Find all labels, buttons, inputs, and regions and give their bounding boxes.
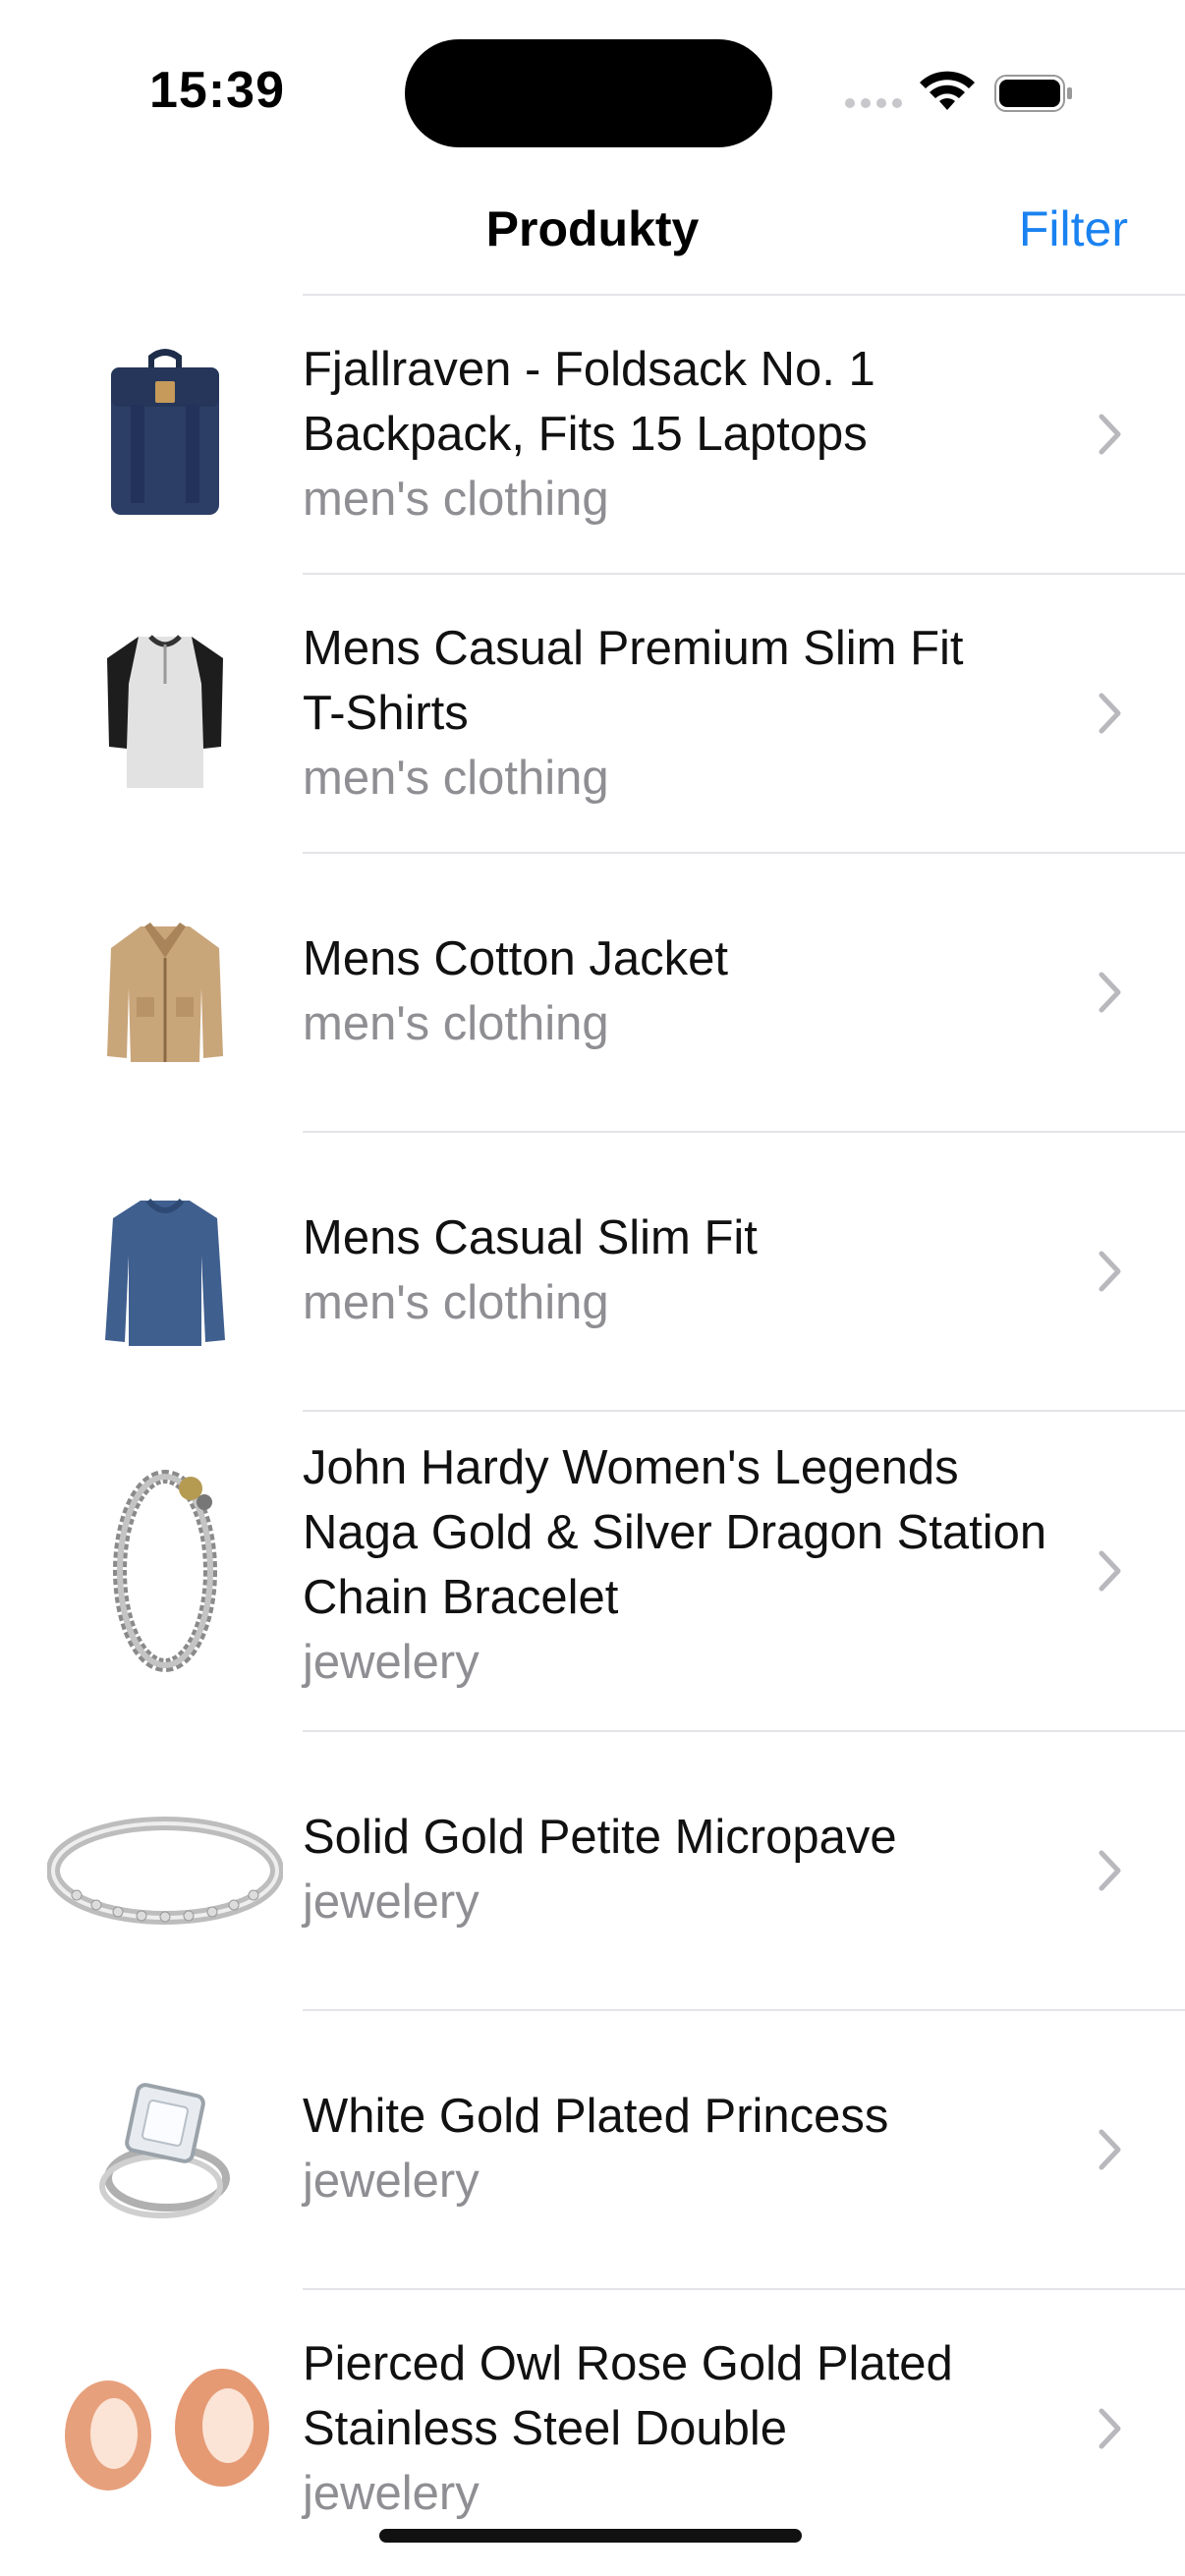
- product-title: Backpack, Fits 15 Laptops: [303, 408, 868, 461]
- chevron-right-icon: [1099, 1850, 1121, 1891]
- chevron-right-icon: [1099, 2129, 1121, 2170]
- ring-band-icon: [47, 1817, 283, 1925]
- product-title: Pierced Owl Rose Gold Plated: [303, 2337, 953, 2390]
- product-category: men's clothing: [303, 1276, 609, 1329]
- list-item[interactable]: Fjallraven - Foldsack No. 1 Backpack, Fi…: [0, 296, 1185, 573]
- cellular-signal-icon: [845, 98, 902, 108]
- tshirt-icon: [47, 624, 283, 801]
- chevron-right-icon: [1099, 414, 1121, 455]
- product-text: Fjallraven - Foldsack No. 1 Backpack, Fi…: [303, 337, 1067, 532]
- filter-button[interactable]: Filter: [1019, 200, 1128, 257]
- list-item[interactable]: John Hardy Women's Legends Naga Gold & S…: [0, 1412, 1185, 1730]
- product-category: men's clothing: [303, 752, 609, 805]
- chevron-right-icon: [1099, 1251, 1121, 1292]
- bracelet-icon: [47, 1463, 283, 1679]
- chevron-right-icon: [1099, 2408, 1121, 2449]
- home-indicator: [379, 2529, 802, 2543]
- product-text: John Hardy Women's Legends Naga Gold & S…: [303, 1435, 1067, 1695]
- ear-tunnels-icon: [59, 2359, 281, 2496]
- product-title: Naga Gold & Silver Dragon Station: [303, 1506, 1047, 1559]
- product-text: Mens Casual Premium Slim Fit T-Shirts me…: [303, 616, 1067, 811]
- product-text: Mens Casual Slim Fit men's clothing: [303, 1205, 1067, 1335]
- page-title: Produkty: [485, 201, 700, 256]
- list-item[interactable]: Mens Cotton Jacket men's clothing: [0, 854, 1185, 1131]
- list-item[interactable]: Mens Casual Premium Slim Fit T-Shirts me…: [0, 575, 1185, 852]
- longsleeve-icon: [47, 1188, 283, 1355]
- list-item[interactable]: Pierced Owl Rose Gold Plated Stainless S…: [0, 2290, 1185, 2567]
- product-title: Chain Bracelet: [303, 1571, 619, 1624]
- wifi-icon: [920, 71, 975, 110]
- product-category: men's clothing: [303, 473, 609, 526]
- chevron-right-icon: [1099, 1550, 1121, 1592]
- status-bar: 15:39: [0, 0, 1185, 177]
- product-category: men's clothing: [303, 997, 609, 1050]
- product-title: Solid Gold Petite Micropave: [303, 1811, 897, 1864]
- product-title: T-Shirts: [303, 687, 469, 740]
- list-item[interactable]: Solid Gold Petite Micropave jewelery: [0, 1732, 1185, 2009]
- product-title: White Gold Plated Princess: [303, 2090, 889, 2143]
- product-text: Solid Gold Petite Micropave jewelery: [303, 1805, 1067, 1934]
- product-category: jewelery: [303, 2467, 480, 2520]
- product-title: Mens Cotton Jacket: [303, 932, 729, 985]
- product-category: jewelery: [303, 1876, 480, 1929]
- product-title: Mens Casual Premium Slim Fit: [303, 622, 964, 675]
- product-text: Pierced Owl Rose Gold Plated Stainless S…: [303, 2331, 1067, 2526]
- dynamic-island: [405, 39, 772, 147]
- product-title: Stainless Steel Double: [303, 2402, 788, 2455]
- backpack-icon: [47, 343, 283, 526]
- product-category: jewelery: [303, 1636, 480, 1689]
- product-category: jewelery: [303, 2155, 480, 2208]
- product-title: John Hardy Women's Legends: [303, 1441, 959, 1494]
- chevron-right-icon: [1099, 693, 1121, 734]
- status-time: 15:39: [149, 62, 285, 119]
- list-item[interactable]: Mens Casual Slim Fit men's clothing: [0, 1133, 1185, 1410]
- product-title: Fjallraven - Foldsack No. 1: [303, 343, 875, 396]
- product-text: White Gold Plated Princess jewelery: [303, 2084, 1067, 2213]
- list-item[interactable]: White Gold Plated Princess jewelery: [0, 2011, 1185, 2288]
- battery-icon: [994, 75, 1072, 112]
- chevron-right-icon: [1099, 972, 1121, 1013]
- diamond-ring-icon: [47, 2076, 283, 2223]
- product-title: Mens Casual Slim Fit: [303, 1211, 758, 1264]
- product-text: Mens Cotton Jacket men's clothing: [303, 926, 1067, 1056]
- jacket-icon: [47, 909, 283, 1076]
